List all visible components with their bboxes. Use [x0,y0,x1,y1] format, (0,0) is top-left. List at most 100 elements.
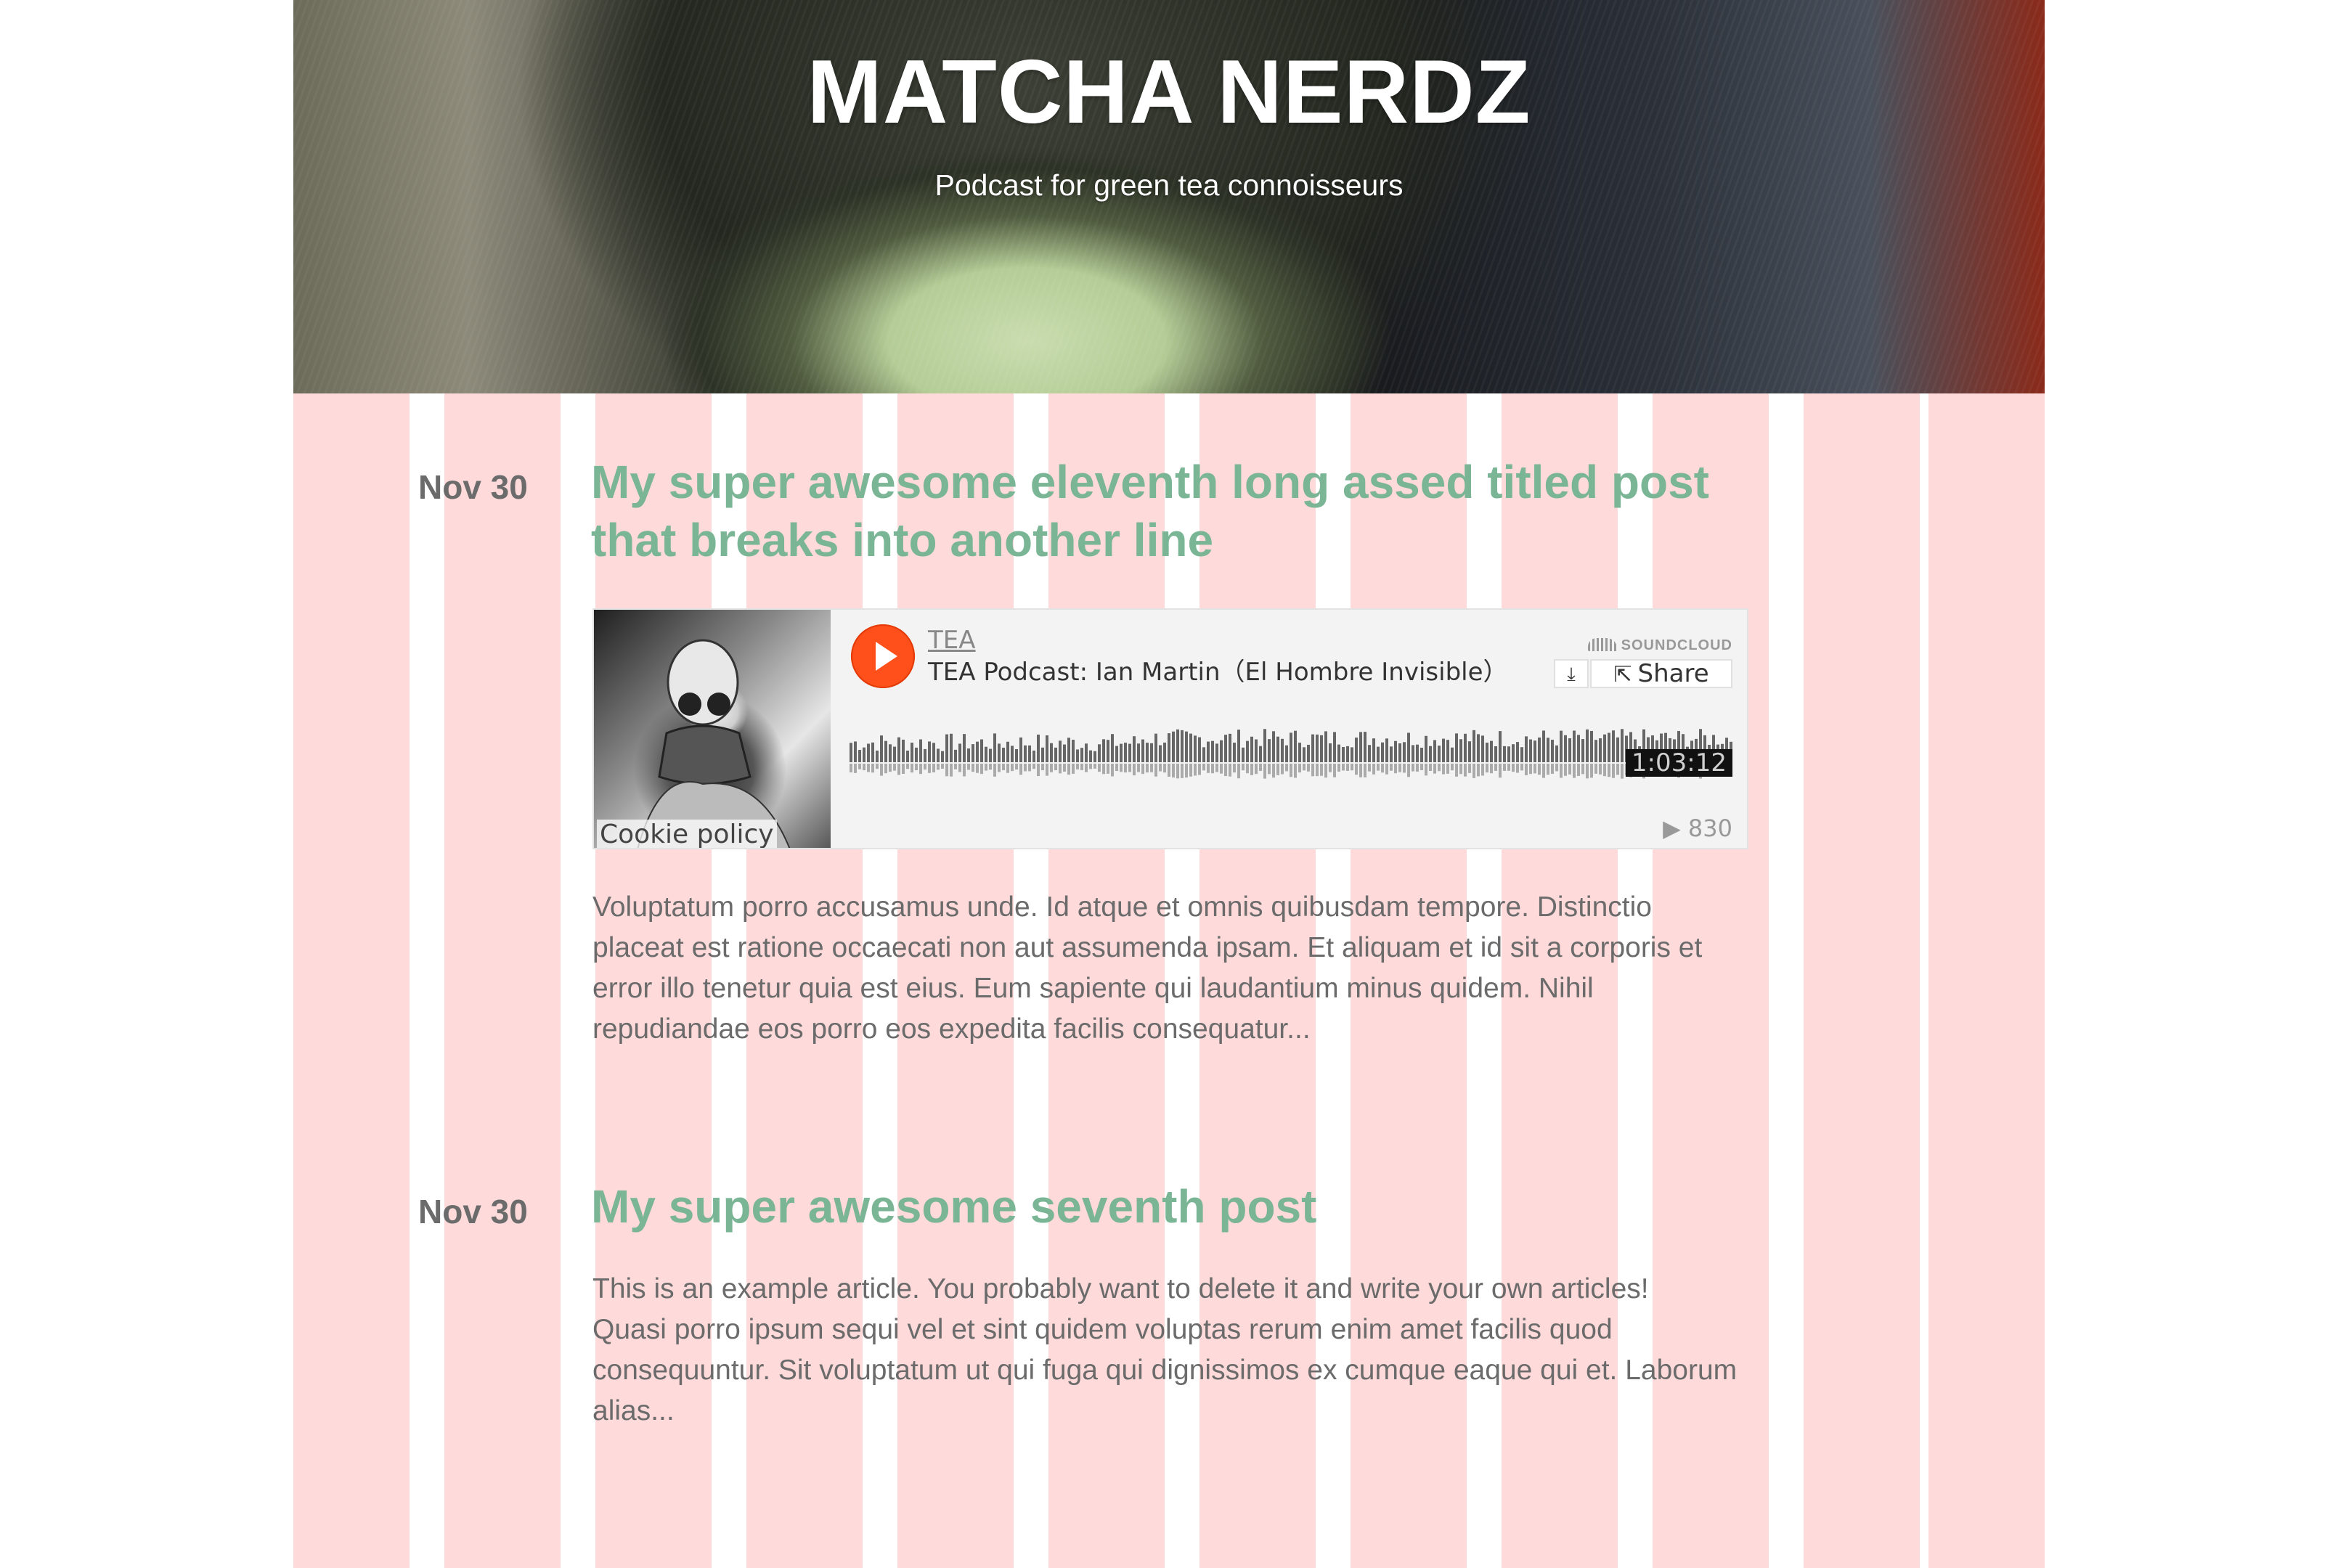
waveform-bar [1076,764,1079,769]
waveform-bar [1006,764,1009,773]
waveform-bar [1603,734,1606,762]
waveform-bar [1067,764,1070,775]
waveform-bar [1298,764,1301,773]
waveform-bar [1041,764,1044,771]
waveform-bar [980,739,983,762]
share-icon: ⇱ [1613,662,1632,687]
waveform-bar [1059,764,1062,774]
waveform-bar [850,743,852,762]
play-icon[interactable] [851,624,915,688]
waveform-bar [1586,764,1589,779]
artwork-figure [637,639,791,848]
waveform-bar [884,764,887,774]
waveform-bar [1403,764,1406,773]
waveform-bar [1255,739,1258,762]
waveform-bar [1394,764,1397,774]
waveform-bar [1146,764,1149,773]
waveform-bar [1538,764,1541,775]
waveform-bar [854,741,857,762]
waveform-bar [889,764,892,772]
waveform-bar [1372,764,1375,775]
waveform-bar [1507,764,1510,771]
waveform-bar [1533,764,1536,774]
waveform-bar [1320,764,1323,776]
waveform-bar [1211,764,1214,774]
waveform-bar [1477,734,1480,762]
waveform-bar [1024,764,1027,772]
waveform-bar [897,764,900,775]
waveform-bar [1612,730,1615,762]
post-date: Nov 30 [418,1193,528,1230]
share-button[interactable]: ⇱ Share [1590,659,1732,688]
waveform-bar [1019,737,1022,762]
waveform-bar [1128,764,1131,772]
waveform-bar [1224,735,1227,762]
waveform-bar [1285,745,1288,762]
waveform-bar [1072,764,1075,774]
waveform-bar [1154,764,1157,777]
waveform-bar [1002,747,1005,762]
waveform-bar [1054,764,1057,771]
waveform-bar [1394,740,1397,762]
waveform-bar [976,741,979,762]
waveform-bar [1198,737,1201,762]
post-excerpt: This is an example article. You probably… [592,1269,1747,1432]
waveform-bar [1237,764,1240,779]
cookie-policy-link[interactable]: Cookie policy [597,820,777,848]
waveform-bar [1433,740,1436,762]
waveform-bar [1229,764,1231,777]
waveform-bar [1141,739,1144,762]
waveform-bar [1046,764,1048,776]
waveform-bar [1276,764,1279,775]
waveform-bar [1268,764,1271,775]
waveform-bar [1215,764,1218,772]
waveform-bar [1124,743,1127,762]
waveform-bar [919,764,922,775]
waveform-bar [1577,735,1580,762]
waveform-bar [1063,744,1066,762]
track-user-link[interactable]: TEA [928,626,976,655]
waveform-bar [1268,739,1271,762]
waveform-bar [1372,738,1375,762]
waveform-bar [1303,747,1306,762]
waveform-bar [1586,729,1589,762]
waveform-bar [1468,741,1471,762]
waveform-bar [1220,764,1223,774]
waveform-bar [1159,745,1162,762]
waveform-bar [893,764,896,771]
waveform-bar [989,764,992,770]
waveform-bar [1120,764,1123,772]
waveform[interactable] [850,719,1734,791]
post-title-link[interactable]: My super awesome eleventh long assed tit… [591,453,1753,569]
waveform-bar [1459,764,1462,775]
soundcloud-logo[interactable]: SOUNDCLOUD [1587,637,1732,654]
waveform-bar [967,748,970,762]
waveform-bar [1381,764,1384,773]
waveform-bar [1298,743,1301,762]
waveform-bar [854,764,857,773]
waveform-bar [1507,746,1510,762]
waveform-bar [1621,729,1624,762]
waveform-bar [1050,764,1053,772]
track-title-link[interactable]: TEA Podcast: Ian Martin（El Hombre Invisi… [928,652,1508,687]
waveform-bar [1133,736,1136,762]
waveform-bar [1202,764,1205,771]
waveform-bar [1290,764,1292,777]
soundcloud-brand: SOUNDCLOUD [1621,637,1732,653]
waveform-bar [1050,743,1053,762]
waveform-bar [1555,745,1558,762]
track-artwork[interactable]: Cookie policy [594,610,831,848]
site-title[interactable]: MATCHA NERDZ [293,41,2045,144]
waveform-bar [1525,736,1528,762]
post-title-link[interactable]: My super awesome seventh post [591,1177,1753,1236]
waveform-bar [906,764,909,769]
waveform-bar [1233,743,1236,762]
waveform-bar [1333,732,1336,762]
waveform-bar [980,764,983,775]
waveform-bar [1581,739,1584,762]
download-icon[interactable]: ⤓ [1554,659,1589,688]
waveform-bar [1072,740,1075,762]
waveform-bar [1377,764,1380,771]
waveform-bar [1337,764,1340,772]
waveform-bar [1102,764,1105,775]
